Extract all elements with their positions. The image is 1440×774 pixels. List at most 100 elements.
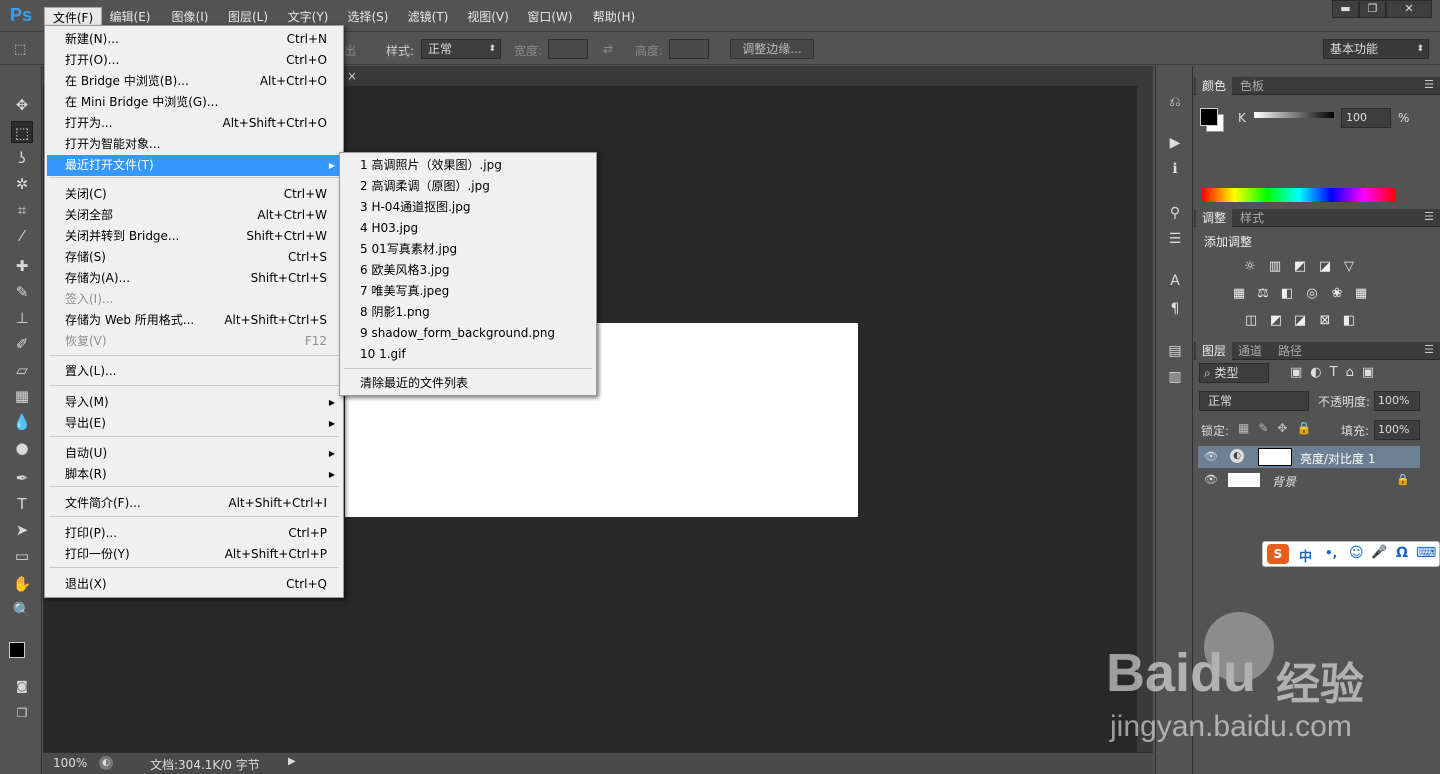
symbols-icon[interactable]: Ω [1396, 545, 1408, 561]
file-menu-item[interactable]: 新建(N)... Ctrl+N [47, 29, 341, 50]
close-tab-icon[interactable]: × [343, 68, 361, 84]
file-menu-item[interactable]: 文件简介(F)... Alt+Shift+Ctrl+I [47, 493, 341, 514]
tab-color[interactable]: 颜色 [1196, 77, 1233, 95]
color-spectrum[interactable] [1202, 188, 1396, 202]
status-info-icon[interactable]: ◐ [99, 756, 113, 770]
opacity-input[interactable]: 100% [1374, 391, 1420, 411]
dodge-tool-icon[interactable]: ● [11, 437, 33, 459]
color-fg-swatch[interactable] [1200, 108, 1218, 126]
file-menu-item[interactable]: 脚本(R) ▶ [47, 464, 341, 485]
recent-file-item[interactable]: 1 高调照片（效果图）.jpg [342, 155, 594, 176]
layer-filter-icons[interactable]: ▣◐T⌂▣ [1290, 365, 1420, 380]
file-menu-item[interactable]: 打开为... Alt+Shift+Ctrl+O [47, 113, 341, 134]
tab-paths[interactable]: 路径 [1272, 342, 1308, 360]
ime-mode-toggle[interactable]: 中 [1299, 546, 1312, 565]
file-menu-item[interactable]: 打印(P)... Ctrl+P [47, 523, 341, 544]
menu-file[interactable]: 文件(F) [44, 7, 102, 27]
file-menu-item[interactable]: 打开(O)... Ctrl+O [47, 50, 341, 71]
layer-row-background[interactable]: 👁 背景 🔒 [1198, 469, 1420, 491]
file-menu-item[interactable]: 在 Mini Bridge 中浏览(G)... [47, 92, 341, 113]
recent-file-item[interactable]: 5 01写真素材.jpg [342, 239, 594, 260]
lock-icons[interactable]: ▦✎✥🔒 [1238, 421, 1320, 435]
actions-play-icon[interactable]: ▶ [1165, 133, 1185, 153]
tab-swatches[interactable]: 色板 [1234, 77, 1270, 95]
black-white-icon[interactable]: ◧ [1278, 287, 1296, 301]
color-lookup-icon[interactable]: ▦ [1352, 287, 1370, 301]
eye-icon[interactable]: 👁 [1204, 473, 1218, 486]
recent-file-item[interactable]: 7 唯美写真.jpeg [342, 281, 594, 302]
move-tool-icon[interactable]: ✥ [11, 94, 33, 116]
path-select-tool-icon[interactable]: ➤ [11, 519, 33, 541]
type-tool-icon[interactable]: T [11, 493, 33, 515]
history-brush-tool-icon[interactable]: ✐ [11, 333, 33, 355]
curves-icon[interactable]: ◩ [1291, 260, 1309, 274]
posterize-icon[interactable]: ◩ [1267, 314, 1285, 328]
menu-edit[interactable]: 编辑(E) [104, 7, 156, 27]
brush-tool-icon[interactable]: ✎ [11, 281, 33, 303]
clone-stamp-tool-icon[interactable]: ⊥ [11, 307, 33, 329]
clear-recent-files-item[interactable]: 清除最近的文件列表 [342, 373, 594, 394]
tool-presets-icon[interactable]: ☰ [1165, 229, 1185, 249]
photo-filter-icon[interactable]: ◎ [1303, 287, 1321, 301]
file-menu-item[interactable]: 关闭并转到 Bridge... Shift+Ctrl+W [47, 226, 341, 247]
paragraph-icon[interactable]: ¶ [1165, 299, 1185, 319]
healing-brush-tool-icon[interactable]: ✚ [11, 255, 33, 277]
menu-layer[interactable]: 图层(L) [222, 7, 274, 27]
zoom-tool-icon[interactable]: 🔍 [11, 599, 33, 621]
k-value-input[interactable]: 100 [1341, 108, 1391, 128]
workspace-select[interactable]: 基本功能 ⬍ [1323, 39, 1429, 59]
crop-tool-icon[interactable]: ⌗ [11, 199, 33, 221]
menu-help[interactable]: 帮助(H) [586, 7, 642, 27]
selective-color-icon[interactable]: ◧ [1340, 314, 1358, 328]
shape-tool-icon[interactable]: ▭ [11, 545, 33, 567]
channel-mixer-icon[interactable]: ❀ [1328, 287, 1346, 301]
recent-file-item[interactable]: 6 欧美风格3.jpg [342, 260, 594, 281]
close-button[interactable]: ✕ [1386, 0, 1432, 18]
recent-file-item[interactable]: 2 高调柔调（原图）.jpg [342, 176, 594, 197]
panel-menu-icon[interactable]: ☰ [1424, 210, 1434, 223]
height-input[interactable] [669, 39, 709, 59]
file-menu-item[interactable]: 自动(U) ▶ [47, 443, 341, 464]
recent-file-item[interactable]: 10 1.gif [342, 344, 594, 365]
character-icon[interactable]: A [1165, 271, 1185, 291]
layer-mask-thumb[interactable] [1258, 448, 1292, 466]
magic-wand-tool-icon[interactable]: ✲ [11, 173, 33, 195]
zoom-level[interactable]: 100% [53, 756, 87, 770]
layer-comps-icon[interactable]: ▤ [1165, 341, 1185, 361]
width-input[interactable] [548, 39, 588, 59]
levels-icon[interactable]: ▥ [1266, 260, 1284, 274]
menu-filter[interactable]: 滤镜(T) [402, 7, 454, 27]
menu-type[interactable]: 文字(Y) [281, 7, 335, 27]
notes-icon[interactable]: ▥ [1165, 367, 1185, 387]
file-menu-item[interactable]: 在 Bridge 中浏览(B)... Alt+Ctrl+O [47, 71, 341, 92]
microphone-icon[interactable]: 🎤 [1371, 545, 1387, 560]
file-menu-item[interactable]: 存储为 Web 所用格式... Alt+Shift+Ctrl+S [47, 310, 341, 331]
restore-button[interactable]: ❐ [1359, 0, 1386, 18]
file-menu-item[interactable]: 导出(E) ▶ [47, 413, 341, 434]
gradient-tool-icon[interactable]: ▦ [11, 385, 33, 407]
file-menu-item[interactable]: 关闭全部 Alt+Ctrl+W [47, 205, 341, 226]
eye-icon[interactable]: 👁 [1204, 450, 1218, 463]
info-icon[interactable]: ℹ [1165, 159, 1185, 179]
menu-window[interactable]: 窗口(W) [522, 7, 578, 27]
panel-menu-icon[interactable]: ☰ [1424, 343, 1434, 356]
brightness-icon[interactable]: ☼ [1241, 260, 1259, 274]
recent-file-item[interactable]: 9 shadow_form_background.png [342, 323, 594, 344]
eyedropper-tool-icon[interactable]: ⁄ [11, 225, 33, 247]
tab-styles[interactable]: 样式 [1234, 209, 1270, 227]
lasso-tool-icon[interactable]: ʖ [11, 147, 33, 169]
file-menu-item[interactable]: 存储为(A)... Shift+Ctrl+S [47, 268, 341, 289]
swap-icon[interactable]: ⇄ [603, 42, 613, 56]
history-icon[interactable]: ⎌ [1165, 92, 1185, 112]
keyboard-icon[interactable]: ⌨ [1416, 545, 1436, 561]
file-menu-item[interactable]: 打印一份(Y) Alt+Shift+Ctrl+P [47, 544, 341, 565]
menu-select[interactable]: 选择(S) [342, 7, 394, 27]
recent-file-item[interactable]: 8 阴影1.png [342, 302, 594, 323]
menu-image[interactable]: 图像(I) [164, 7, 216, 27]
blend-mode-select[interactable]: 正常 [1199, 391, 1309, 411]
quick-mask-icon[interactable]: ◙ [11, 675, 33, 697]
file-menu-item[interactable]: 导入(M) ▶ [47, 392, 341, 413]
foreground-color-swatch[interactable] [9, 642, 25, 658]
blur-tool-icon[interactable]: 💧 [11, 411, 33, 433]
pen-tool-icon[interactable]: ✒ [11, 467, 33, 489]
